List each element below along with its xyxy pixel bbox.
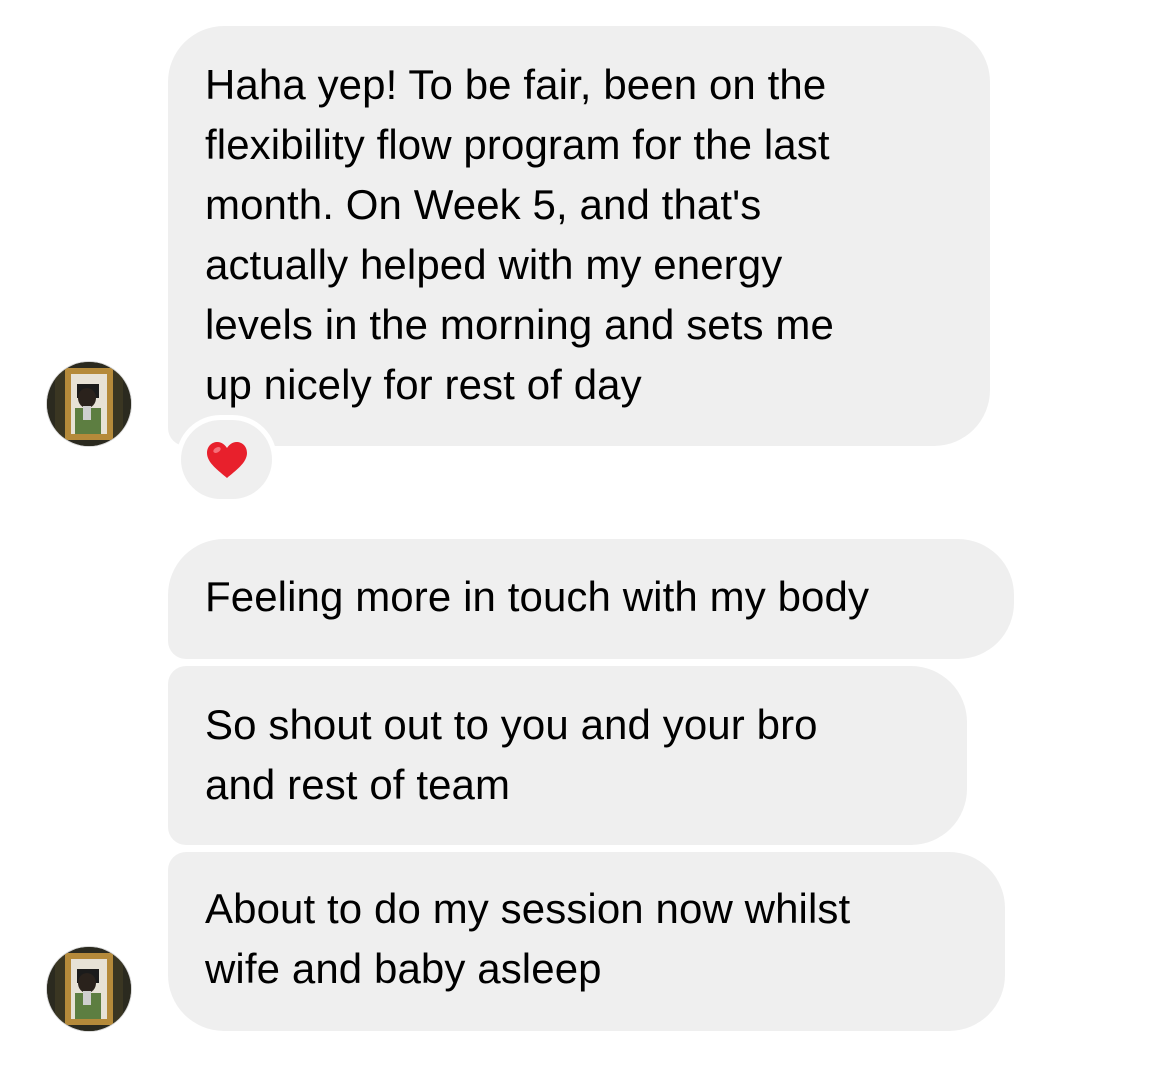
- message-bubble[interactable]: So shout out to you and your bro and res…: [168, 666, 967, 845]
- message-text-line: levels in the morning and sets me: [205, 301, 834, 348]
- message-reaction[interactable]: [181, 420, 272, 499]
- message-text-line: About to do my session now whilst: [205, 885, 851, 932]
- message-text-line: Feeling more in touch with my body: [205, 573, 870, 620]
- message-text-line: wife and baby asleep: [205, 945, 602, 992]
- message-bubble[interactable]: About to do my session now whilst wife a…: [168, 852, 1005, 1031]
- heart-icon: [206, 441, 247, 478]
- message-text-line: flexibility flow program for the last: [205, 121, 830, 168]
- avatar-photo: [47, 362, 131, 446]
- message-bubble[interactable]: Feeling more in touch with my body: [168, 539, 1014, 659]
- message-text-line: Haha yep! To be fair, been on the: [205, 61, 827, 108]
- avatar[interactable]: [47, 947, 131, 1031]
- avatar[interactable]: [47, 362, 131, 446]
- message-text-line: up nicely for rest of day: [205, 361, 642, 408]
- message-text-line: So shout out to you and your bro: [205, 701, 818, 748]
- message-text-line: month. On Week 5, and that's: [205, 181, 762, 228]
- message-text-line: and rest of team: [205, 761, 511, 808]
- message-bubble[interactable]: Haha yep! To be fair, been on the flexib…: [168, 26, 990, 446]
- message-text-line: actually helped with my energy: [205, 241, 783, 288]
- avatar-photo: [47, 947, 131, 1031]
